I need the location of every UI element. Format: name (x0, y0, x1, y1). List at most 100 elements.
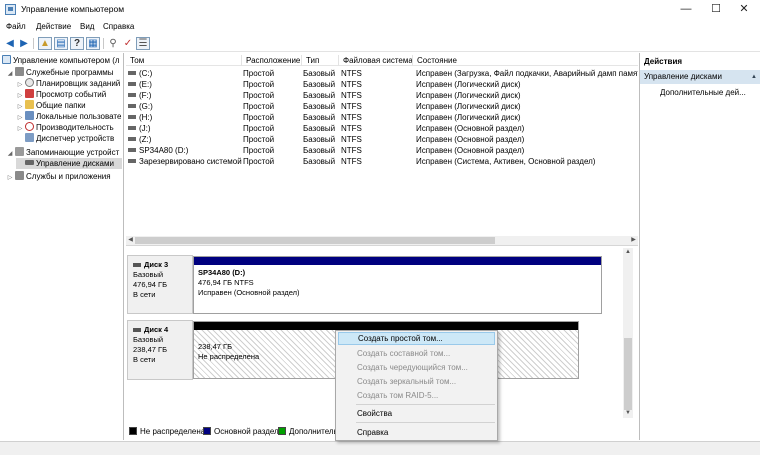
performance-icon (25, 122, 34, 131)
up-folder-icon[interactable]: ▲ (38, 37, 52, 50)
scroll-up-icon[interactable]: ▲ (623, 248, 633, 257)
menu-item-help[interactable]: Справка (338, 426, 495, 439)
table-row[interactable]: (C:) Простой Базовый NTFS Исправен (Загрузка… (126, 68, 638, 79)
help-icon[interactable]: ? (70, 37, 84, 50)
legend-swatch (203, 427, 211, 435)
column-header-volume[interactable]: Том (126, 55, 242, 66)
table-row[interactable]: SP34A80 (D:) Простой Базовый NTFS Исправен (… (126, 145, 638, 156)
tree-item-device-manager[interactable]: Диспетчер устройств (16, 133, 114, 144)
toolbar-separator (103, 38, 104, 49)
table-cell: Исправен (Логический диск) (416, 102, 521, 111)
table-cell: NTFS (341, 80, 362, 89)
expand-arrow-icon[interactable]: ◢ (6, 69, 14, 80)
table-cell: Простой (243, 124, 275, 133)
tree-item-performance[interactable]: ▷ Производительность (16, 122, 114, 133)
table-cell: (C:) (126, 68, 242, 79)
tree-item-event-viewer[interactable]: ▷ Просмотр событий (16, 89, 106, 100)
volume-icon (128, 137, 136, 142)
table-row[interactable]: (J:) Простой Базовый NTFS Исправен (Основной… (126, 123, 638, 134)
column-header-filesystem[interactable]: Файловая система (339, 55, 413, 66)
menu-item-new-striped-volume[interactable]: Создать чередующийся том... (338, 361, 495, 374)
menu-separator (356, 404, 495, 405)
table-row[interactable]: (Z:) Простой Базовый NTFS Исправен (Основной… (126, 134, 638, 145)
menu-action[interactable]: Действие (36, 22, 71, 31)
back-icon[interactable]: ◀ (3, 37, 17, 50)
tree-item-shared-folders[interactable]: ▷ Общие папки (16, 100, 86, 111)
table-cell: Базовый (303, 146, 336, 155)
actions-pane: Действия Управление дисками ▲ Дополнител… (639, 53, 760, 440)
collapsed-arrow-icon[interactable]: ▷ (6, 173, 14, 184)
legend-swatch (278, 427, 286, 435)
tree-item-system-tools[interactable]: ◢ Служебные программы (6, 67, 113, 78)
tree-root[interactable]: Управление компьютером (л (1, 55, 120, 66)
menu-item-new-mirrored-volume[interactable]: Создать зеркальный том... (338, 375, 495, 388)
table-cell: SP34A80 (D:) (126, 145, 242, 156)
menu-item-new-spanned-volume[interactable]: Создать составной том... (338, 347, 495, 360)
disk-3-info[interactable]: Диск 3 Базовый 476,94 ГБ В сети (127, 255, 193, 314)
table-row[interactable]: (E:) Простой Базовый NTFS Исправен (Логическ… (126, 79, 638, 90)
partition-bar (194, 322, 578, 330)
table-cell: Базовый (303, 124, 336, 133)
menu-item-new-raid5-volume[interactable]: Создать том RAID-5... (338, 389, 495, 402)
table-cell: Исправен (Логический диск) (416, 80, 521, 89)
scroll-thumb[interactable] (624, 338, 632, 410)
tree-item-task-scheduler[interactable]: ▷ Планировщик заданий (16, 78, 120, 89)
collapse-arrow-icon[interactable]: ▲ (751, 70, 757, 84)
close-button[interactable]: ✕ (728, 0, 760, 20)
key-icon[interactable]: ⚲ (106, 37, 120, 50)
tree-item-services[interactable]: ▷ Службы и приложения (6, 171, 111, 182)
menu-view[interactable]: Вид (80, 22, 94, 31)
shared-folder-icon (25, 100, 34, 109)
event-viewer-icon (25, 89, 34, 98)
vertical-scrollbar[interactable]: ▲ ▼ (623, 248, 633, 418)
console-icon[interactable]: ▦ (86, 37, 100, 50)
scroll-left-icon[interactable]: ◀ (126, 236, 135, 245)
show-tree-icon[interactable]: ▤ (54, 37, 68, 50)
column-header-type[interactable]: Тип (302, 55, 339, 66)
properties-icon[interactable]: ☰ (136, 37, 150, 50)
forward-icon[interactable]: ▶ (17, 37, 31, 50)
actions-section-disk-management[interactable]: Управление дисками ▲ (640, 70, 760, 84)
table-cell: Базовый (303, 91, 336, 100)
context-menu: Создать простой том... Создать составной… (335, 330, 498, 441)
table-row[interactable]: (F:) Простой Базовый NTFS Исправен (Логическ… (126, 90, 638, 101)
table-cell: Базовый (303, 102, 336, 111)
tree-item-local-users[interactable]: ▷ Локальные пользовате (16, 111, 121, 122)
computer-management-icon (5, 4, 16, 15)
table-row[interactable]: (G:) Простой Базовый NTFS Исправен (Логическ… (126, 101, 638, 112)
table-cell: (G:) (126, 101, 242, 112)
table-cell: Простой (243, 113, 275, 122)
users-icon (25, 111, 34, 120)
horizontal-scrollbar[interactable]: ◀ ▶ (126, 236, 638, 245)
tree-item-disk-management[interactable]: Управление дисками (16, 158, 122, 169)
check-icon[interactable]: ✓ (121, 37, 135, 50)
tools-icon (15, 67, 24, 76)
tree-item-storage[interactable]: ◢ Запоминающие устройст (6, 147, 119, 158)
table-cell: Исправен (Логический диск) (416, 91, 521, 100)
table-cell: Простой (243, 80, 275, 89)
storage-icon (15, 147, 24, 156)
expand-arrow-icon[interactable]: ◢ (6, 149, 14, 160)
more-actions[interactable]: Дополнительные дей... ▶ (660, 87, 746, 98)
menu-file[interactable]: Файл (6, 22, 26, 31)
scroll-thumb[interactable] (135, 237, 495, 244)
toolbar: ◀ ▶ ▲ ▤ ? ▦ ⚲ ✓ ☰ (0, 35, 760, 52)
minimize-button[interactable]: — (670, 0, 702, 20)
table-cell: (J:) (126, 123, 242, 134)
menu-item-new-simple-volume[interactable]: Создать простой том... (338, 332, 495, 345)
volume-icon (128, 71, 136, 76)
table-cell: Исправен (Система, Активен, Основной раз… (416, 157, 596, 166)
disk-4-info[interactable]: Диск 4 Базовый 238,47 ГБ В сети (127, 320, 193, 380)
table-cell: NTFS (341, 113, 362, 122)
column-header-layout[interactable]: Расположение (242, 55, 302, 66)
table-row[interactable]: (H:) Простой Базовый NTFS Исправен (Логическ… (126, 112, 638, 123)
menu-item-properties[interactable]: Свойства (338, 407, 495, 420)
partition-d[interactable]: SP34A80 (D:) 476,94 ГБ NTFS Исправен (Ос… (193, 256, 602, 314)
scroll-down-icon[interactable]: ▼ (623, 409, 633, 418)
scroll-right-icon[interactable]: ▶ (629, 236, 638, 245)
column-header-status[interactable]: Состояние (413, 55, 638, 66)
volume-list-header: Том Расположение Тип Файловая система Со… (126, 54, 638, 66)
menu-help[interactable]: Справка (103, 22, 134, 31)
table-cell: NTFS (341, 69, 362, 78)
table-row[interactable]: Зарезервировано системой Простой Базовый NT… (126, 156, 638, 167)
